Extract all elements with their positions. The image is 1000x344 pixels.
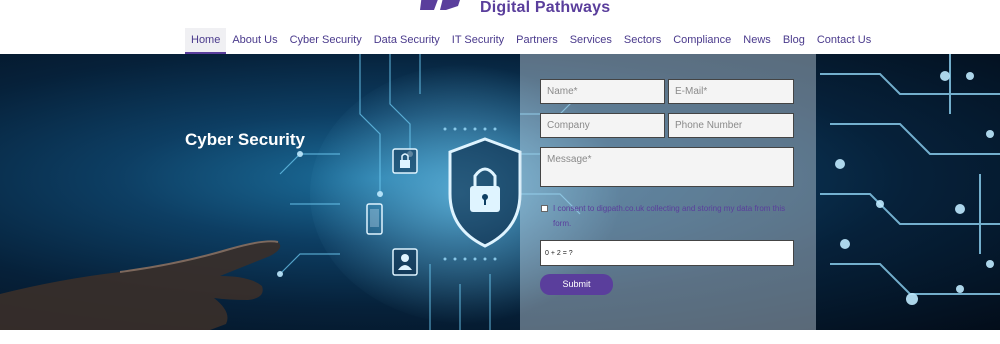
nav-item-compliance[interactable]: Compliance — [667, 28, 737, 54]
nav-item-blog[interactable]: Blog — [777, 28, 811, 54]
main-nav: Home About Us Cyber Security Data Securi… — [185, 28, 877, 54]
nav-item-cyber-security[interactable]: Cyber Security — [284, 28, 368, 54]
consent-checkbox[interactable] — [541, 205, 548, 212]
email-field[interactable]: E-Mail* — [668, 79, 794, 104]
lock-icon — [392, 148, 418, 174]
page-bottom-strip — [0, 330, 1000, 344]
nav-item-data-security[interactable]: Data Security — [368, 28, 446, 54]
consent-label: I consent to digpath.co.uk collecting an… — [553, 204, 786, 228]
hand-icon — [0, 240, 281, 330]
nav-item-contact-us[interactable]: Contact Us — [811, 28, 877, 54]
nav-item-partners[interactable]: Partners — [510, 28, 564, 54]
logo-mark-icon — [418, 0, 476, 16]
name-field[interactable]: Name* — [540, 79, 665, 104]
phone-field[interactable]: Phone Number — [668, 113, 794, 138]
brand-logo[interactable]: Digital Pathways — [418, 0, 610, 16]
nav-item-home[interactable]: Home — [185, 28, 227, 54]
hero-title: Cyber Security — [185, 130, 305, 149]
user-icon — [392, 248, 418, 276]
nav-item-about-us[interactable]: About Us — [226, 28, 283, 54]
nav-item-sectors[interactable]: Sectors — [618, 28, 667, 54]
nav-item-services[interactable]: Services — [564, 28, 618, 54]
nav-item-news[interactable]: News — [737, 28, 777, 54]
brand-name: Digital Pathways — [480, 0, 611, 16]
company-field[interactable]: Company — [540, 113, 665, 138]
site-header: Digital Pathways Home About Us Cyber Sec… — [0, 0, 1000, 54]
circuit-background — [0, 54, 1000, 330]
nav-item-it-security[interactable]: IT Security — [446, 28, 510, 54]
captcha-field[interactable]: 0 + 2 = ? — [540, 240, 794, 266]
message-field[interactable]: Message* — [540, 147, 794, 187]
submit-button[interactable]: Submit — [540, 274, 613, 295]
hero-banner: Cyber Security — [0, 54, 1000, 330]
